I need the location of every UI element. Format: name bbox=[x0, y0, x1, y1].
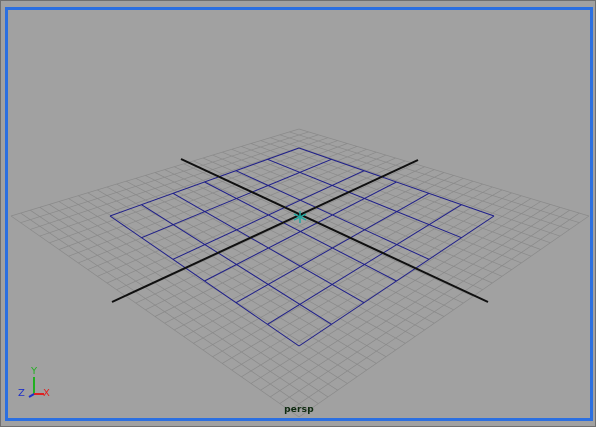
x-axis-label: X bbox=[43, 388, 50, 399]
grid-line bbox=[250, 143, 541, 250]
grid-line bbox=[222, 151, 512, 270]
camera-name-label: persp bbox=[284, 405, 314, 415]
grid-line bbox=[289, 212, 580, 411]
grid-line bbox=[279, 209, 570, 404]
grid-line bbox=[260, 204, 551, 391]
z-axis-label: Z bbox=[18, 388, 25, 399]
grid-line bbox=[231, 195, 522, 371]
grid-line bbox=[164, 169, 454, 311]
z-axis-line bbox=[28, 393, 35, 398]
perspective-viewport[interactable]: Y Z X persp bbox=[5, 7, 593, 421]
grid-line bbox=[270, 207, 561, 398]
scene-grid[interactable] bbox=[8, 10, 590, 418]
grid-line bbox=[298, 128, 590, 217]
view-axis-gizmo: Y Z X bbox=[16, 367, 56, 401]
maya-viewport-panel: Y Z X persp bbox=[0, 0, 596, 427]
y-axis-label: Y bbox=[31, 366, 38, 377]
